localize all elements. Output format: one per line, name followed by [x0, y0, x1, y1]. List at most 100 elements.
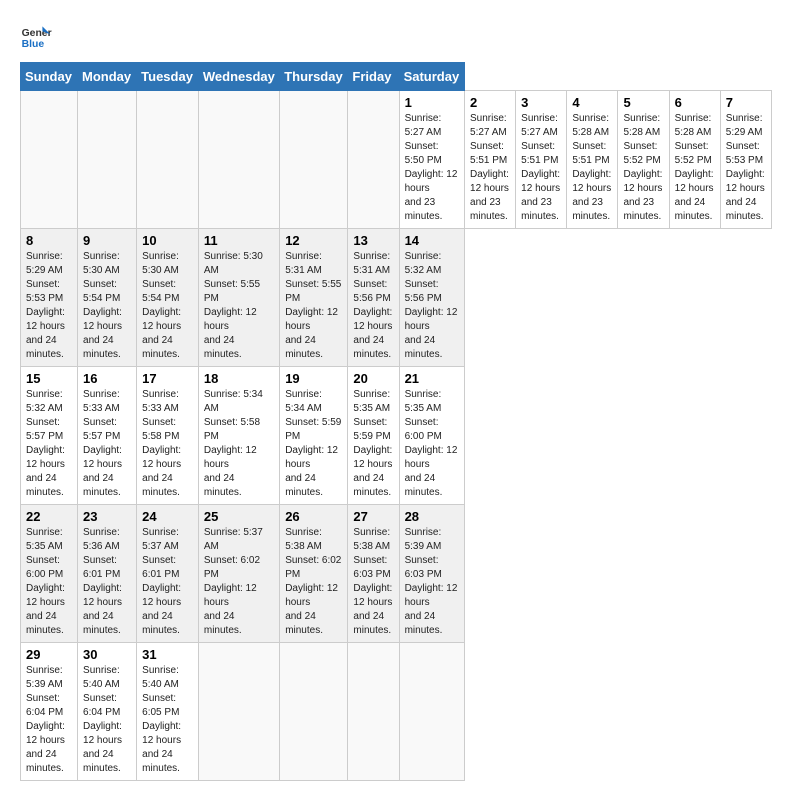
day-info: Sunrise: 5:34 AMSunset: 5:58 PMDaylight:…: [204, 389, 263, 498]
calendar-empty-cell: [78, 91, 137, 229]
day-number: 19: [285, 371, 342, 386]
day-of-week-header: Friday: [348, 63, 399, 91]
calendar-day-cell: 23 Sunrise: 5:36 AMSunset: 6:01 PMDaylig…: [78, 505, 137, 643]
calendar-day-cell: 18 Sunrise: 5:34 AMSunset: 5:58 PMDaylig…: [198, 367, 279, 505]
calendar-day-cell: 21 Sunrise: 5:35 AMSunset: 6:00 PMDaylig…: [399, 367, 464, 505]
day-number: 29: [26, 647, 72, 662]
day-info: Sunrise: 5:36 AMSunset: 6:01 PMDaylight:…: [83, 527, 122, 636]
calendar-day-cell: 5 Sunrise: 5:28 AMSunset: 5:52 PMDayligh…: [618, 91, 669, 229]
calendar-empty-cell: [137, 91, 199, 229]
day-number: 22: [26, 509, 72, 524]
day-info: Sunrise: 5:35 AMSunset: 6:00 PMDaylight:…: [405, 389, 458, 498]
day-info: Sunrise: 5:30 AMSunset: 5:54 PMDaylight:…: [142, 251, 181, 360]
calendar-day-cell: 7 Sunrise: 5:29 AMSunset: 5:53 PMDayligh…: [720, 91, 771, 229]
calendar-empty-cell: [198, 643, 279, 781]
day-number: 27: [353, 509, 393, 524]
day-info: Sunrise: 5:32 AMSunset: 5:56 PMDaylight:…: [405, 251, 458, 360]
calendar-day-cell: 2 Sunrise: 5:27 AMSunset: 5:51 PMDayligh…: [465, 91, 516, 229]
calendar-week-row: 8 Sunrise: 5:29 AMSunset: 5:53 PMDayligh…: [21, 229, 772, 367]
calendar-body: 1 Sunrise: 5:27 AMSunset: 5:50 PMDayligh…: [21, 91, 772, 781]
day-number: 4: [572, 95, 612, 110]
day-of-week-header: Monday: [78, 63, 137, 91]
day-info: Sunrise: 5:31 AMSunset: 5:56 PMDaylight:…: [353, 251, 392, 360]
day-info: Sunrise: 5:35 AMSunset: 5:59 PMDaylight:…: [353, 389, 392, 498]
day-of-week-header: Thursday: [280, 63, 348, 91]
day-number: 26: [285, 509, 342, 524]
day-of-week-header: Sunday: [21, 63, 78, 91]
calendar-empty-cell: [280, 643, 348, 781]
day-number: 14: [405, 233, 459, 248]
calendar-day-cell: 16 Sunrise: 5:33 AMSunset: 5:57 PMDaylig…: [78, 367, 137, 505]
calendar-empty-cell: [21, 91, 78, 229]
day-number: 18: [204, 371, 274, 386]
day-number: 24: [142, 509, 193, 524]
day-info: Sunrise: 5:33 AMSunset: 5:58 PMDaylight:…: [142, 389, 181, 498]
calendar-day-cell: 25 Sunrise: 5:37 AMSunset: 6:02 PMDaylig…: [198, 505, 279, 643]
day-number: 21: [405, 371, 459, 386]
day-number: 20: [353, 371, 393, 386]
calendar-empty-cell: [348, 91, 399, 229]
day-info: Sunrise: 5:40 AMSunset: 6:04 PMDaylight:…: [83, 665, 122, 774]
calendar-day-cell: 6 Sunrise: 5:28 AMSunset: 5:52 PMDayligh…: [669, 91, 720, 229]
day-info: Sunrise: 5:31 AMSunset: 5:55 PMDaylight:…: [285, 251, 341, 360]
day-info: Sunrise: 5:29 AMSunset: 5:53 PMDaylight:…: [26, 251, 65, 360]
calendar-day-cell: 19 Sunrise: 5:34 AMSunset: 5:59 PMDaylig…: [280, 367, 348, 505]
day-number: 11: [204, 233, 274, 248]
calendar-day-cell: 27 Sunrise: 5:38 AMSunset: 6:03 PMDaylig…: [348, 505, 399, 643]
calendar-day-cell: 13 Sunrise: 5:31 AMSunset: 5:56 PMDaylig…: [348, 229, 399, 367]
page-header: General Blue: [20, 20, 772, 52]
calendar-day-cell: 14 Sunrise: 5:32 AMSunset: 5:56 PMDaylig…: [399, 229, 464, 367]
day-of-week-header: Tuesday: [137, 63, 199, 91]
calendar-day-cell: 20 Sunrise: 5:35 AMSunset: 5:59 PMDaylig…: [348, 367, 399, 505]
day-info: Sunrise: 5:38 AMSunset: 6:03 PMDaylight:…: [353, 527, 392, 636]
calendar-week-row: 29 Sunrise: 5:39 AMSunset: 6:04 PMDaylig…: [21, 643, 772, 781]
calendar-day-cell: 3 Sunrise: 5:27 AMSunset: 5:51 PMDayligh…: [516, 91, 567, 229]
day-info: Sunrise: 5:27 AMSunset: 5:51 PMDaylight:…: [470, 113, 509, 222]
day-number: 16: [83, 371, 131, 386]
day-info: Sunrise: 5:37 AMSunset: 6:02 PMDaylight:…: [204, 527, 263, 636]
day-number: 28: [405, 509, 459, 524]
calendar-day-cell: 28 Sunrise: 5:39 AMSunset: 6:03 PMDaylig…: [399, 505, 464, 643]
day-number: 6: [675, 95, 715, 110]
day-number: 12: [285, 233, 342, 248]
day-info: Sunrise: 5:30 AMSunset: 5:55 PMDaylight:…: [204, 251, 263, 360]
calendar-day-cell: 12 Sunrise: 5:31 AMSunset: 5:55 PMDaylig…: [280, 229, 348, 367]
day-info: Sunrise: 5:37 AMSunset: 6:01 PMDaylight:…: [142, 527, 181, 636]
day-number: 3: [521, 95, 561, 110]
day-number: 17: [142, 371, 193, 386]
day-info: Sunrise: 5:30 AMSunset: 5:54 PMDaylight:…: [83, 251, 122, 360]
day-info: Sunrise: 5:39 AMSunset: 6:03 PMDaylight:…: [405, 527, 458, 636]
day-info: Sunrise: 5:28 AMSunset: 5:52 PMDaylight:…: [675, 113, 714, 222]
day-number: 15: [26, 371, 72, 386]
calendar-table: SundayMondayTuesdayWednesdayThursdayFrid…: [20, 62, 772, 781]
calendar-day-cell: 26 Sunrise: 5:38 AMSunset: 6:02 PMDaylig…: [280, 505, 348, 643]
day-info: Sunrise: 5:39 AMSunset: 6:04 PMDaylight:…: [26, 665, 65, 774]
calendar-week-row: 15 Sunrise: 5:32 AMSunset: 5:57 PMDaylig…: [21, 367, 772, 505]
calendar-day-cell: 4 Sunrise: 5:28 AMSunset: 5:51 PMDayligh…: [567, 91, 618, 229]
day-of-week-header: Wednesday: [198, 63, 279, 91]
day-info: Sunrise: 5:40 AMSunset: 6:05 PMDaylight:…: [142, 665, 181, 774]
day-of-week-header: Saturday: [399, 63, 464, 91]
day-number: 2: [470, 95, 510, 110]
calendar-day-cell: 10 Sunrise: 5:30 AMSunset: 5:54 PMDaylig…: [137, 229, 199, 367]
day-number: 30: [83, 647, 131, 662]
day-number: 7: [726, 95, 766, 110]
day-info: Sunrise: 5:28 AMSunset: 5:52 PMDaylight:…: [623, 113, 662, 222]
logo-icon: General Blue: [20, 20, 52, 52]
day-info: Sunrise: 5:38 AMSunset: 6:02 PMDaylight:…: [285, 527, 341, 636]
calendar-header-row: SundayMondayTuesdayWednesdayThursdayFrid…: [21, 63, 772, 91]
calendar-empty-cell: [198, 91, 279, 229]
day-info: Sunrise: 5:32 AMSunset: 5:57 PMDaylight:…: [26, 389, 65, 498]
calendar-day-cell: 22 Sunrise: 5:35 AMSunset: 6:00 PMDaylig…: [21, 505, 78, 643]
calendar-empty-cell: [399, 643, 464, 781]
day-number: 31: [142, 647, 193, 662]
day-info: Sunrise: 5:29 AMSunset: 5:53 PMDaylight:…: [726, 113, 765, 222]
calendar-day-cell: 15 Sunrise: 5:32 AMSunset: 5:57 PMDaylig…: [21, 367, 78, 505]
svg-text:Blue: Blue: [22, 39, 45, 50]
day-info: Sunrise: 5:28 AMSunset: 5:51 PMDaylight:…: [572, 113, 611, 222]
day-info: Sunrise: 5:27 AMSunset: 5:50 PMDaylight:…: [405, 113, 458, 222]
day-number: 13: [353, 233, 393, 248]
day-number: 9: [83, 233, 131, 248]
calendar-week-row: 22 Sunrise: 5:35 AMSunset: 6:00 PMDaylig…: [21, 505, 772, 643]
calendar-day-cell: 31 Sunrise: 5:40 AMSunset: 6:05 PMDaylig…: [137, 643, 199, 781]
